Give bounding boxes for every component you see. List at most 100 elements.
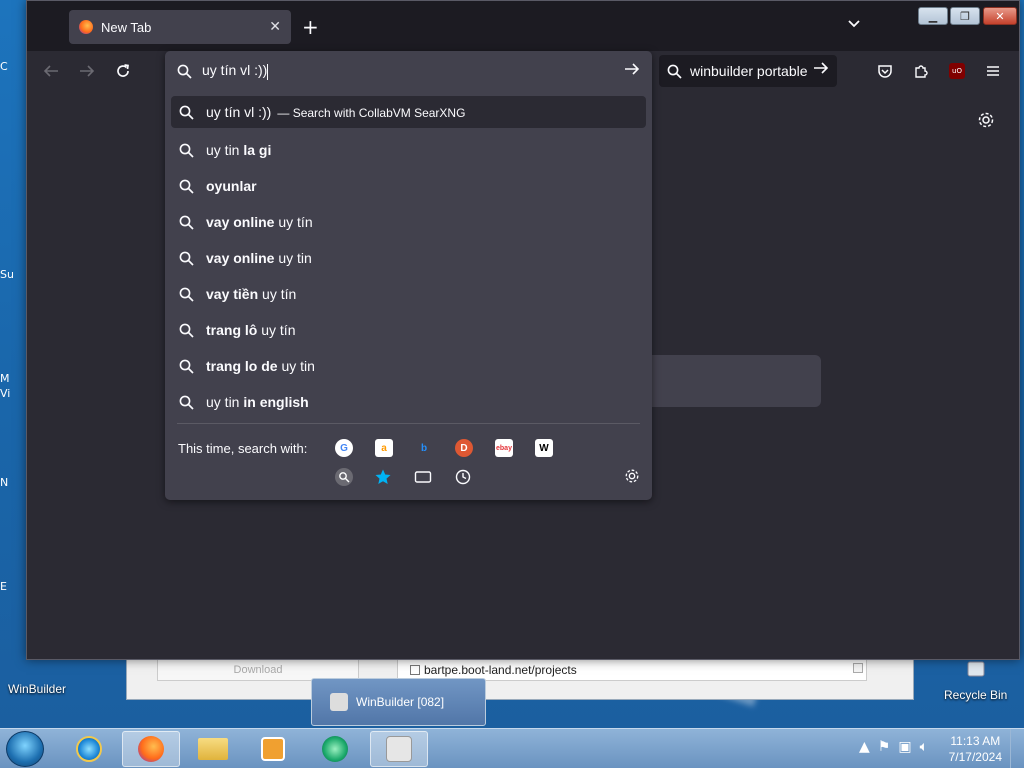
taskbar-explorer[interactable] xyxy=(184,731,242,767)
suggestion-item[interactable]: vay online uy tín xyxy=(171,204,646,240)
search-engine-ebay[interactable]: ebay xyxy=(495,439,513,457)
project-checkbox[interactable] xyxy=(410,665,420,675)
suggestion-item[interactable]: vay tiền uy tín xyxy=(171,276,646,312)
suggestion-bold: trang lô xyxy=(206,322,258,338)
suggestion-text: oyunlar xyxy=(206,178,257,194)
suggestion-suffix: uy tín xyxy=(258,286,297,302)
minimize-button[interactable]: ▁ xyxy=(918,7,948,25)
pocket-button[interactable] xyxy=(875,61,895,81)
menu-button[interactable] xyxy=(983,61,1003,81)
app-icon xyxy=(322,736,348,762)
desktop-edge-label[interactable]: Vi xyxy=(0,387,10,400)
bookmarks-search-button[interactable] xyxy=(374,468,392,486)
desktop-edge-label[interactable]: C xyxy=(0,60,8,73)
pocket-icon xyxy=(878,64,892,78)
reload-icon xyxy=(117,64,129,77)
suggestion-item[interactable]: uy tin la gi xyxy=(171,132,646,168)
dropdown-arrow-icon[interactable] xyxy=(853,663,863,673)
search-engine-bing[interactable]: b xyxy=(415,439,433,457)
desktop-edge-label[interactable]: M xyxy=(0,372,10,385)
taskbar-firefox[interactable] xyxy=(122,731,180,767)
title-bar: New Tab ✕ + ▁ ❐ ✕ xyxy=(27,1,1019,51)
flag-icon[interactable]: ⚑ xyxy=(878,739,891,755)
gear-icon xyxy=(978,112,994,128)
google-icon: G xyxy=(340,442,348,454)
system-tray: ▲ ⚑ ▣ 🔈︎ xyxy=(859,739,928,755)
search-engine-wikipedia[interactable]: W xyxy=(535,439,553,457)
desktop-icon-winbuilder[interactable]: WinBuilder xyxy=(8,660,66,696)
search-bar[interactable]: winbuilder portable xyxy=(659,55,837,87)
search-go-arrow-icon[interactable] xyxy=(813,61,829,75)
search-settings-button[interactable] xyxy=(624,468,640,488)
reload-button[interactable] xyxy=(113,61,133,81)
taskbar-media-player[interactable] xyxy=(244,731,302,767)
clock-time: 11:13 AM xyxy=(950,734,1001,748)
address-bar-dropdown: uy tín vl :)) uy tín vl :)) — Search with… xyxy=(165,51,652,500)
taskbar-winbuilder[interactable] xyxy=(370,731,428,767)
suggestion-bold: oyunlar xyxy=(206,178,257,194)
suggestion-item[interactable]: trang lo de uy tin xyxy=(171,348,646,384)
suggestion-item[interactable]: oyunlar xyxy=(171,168,646,204)
forward-button[interactable] xyxy=(77,61,97,81)
restore-icon: ❐ xyxy=(960,9,970,23)
extensions-button[interactable] xyxy=(911,61,931,81)
address-bar-input[interactable]: uy tín vl :)) xyxy=(165,51,652,91)
suggestion-item[interactable]: trang lô uy tín xyxy=(171,312,646,348)
tab-new-tab[interactable]: New Tab ✕ xyxy=(69,10,291,44)
close-icon: ✕ xyxy=(995,9,1005,23)
volume-icon[interactable]: 🔈︎ xyxy=(920,739,928,755)
chevron-up-icon[interactable]: ▲ xyxy=(859,739,870,755)
text-caret xyxy=(267,63,269,80)
search-engine-google[interactable]: G xyxy=(335,439,353,457)
suggestion-list: uy tín vl :)) — Search with CollabVM Sear… xyxy=(171,96,646,420)
back-button[interactable] xyxy=(41,61,61,81)
search-icon xyxy=(179,179,194,194)
firefox-window: New Tab ✕ + ▁ ❐ ✕ winbuilder portable uO… xyxy=(26,0,1020,660)
suggestion-item[interactable]: vay online uy tin xyxy=(171,240,646,276)
forward-arrow-icon xyxy=(80,65,95,77)
desktop-edge-label[interactable]: N xyxy=(0,476,8,489)
minimize-icon: ▁ xyxy=(928,9,938,23)
firefox-favicon-icon xyxy=(79,20,93,34)
history-search-button[interactable] xyxy=(454,468,472,486)
back-arrow-icon xyxy=(43,65,58,77)
customize-new-tab-button[interactable] xyxy=(977,111,995,133)
clock[interactable]: 11:13 AM 7/17/2024 xyxy=(949,733,1002,765)
chevron-down-icon xyxy=(848,20,860,28)
search-engine-duckduckgo[interactable]: D xyxy=(455,439,473,457)
go-arrow-icon[interactable] xyxy=(624,62,640,76)
close-window-button[interactable]: ✕ xyxy=(983,7,1017,25)
suggestion-text: trang lô uy tín xyxy=(206,322,295,338)
folder-icon xyxy=(198,738,228,760)
suggestion-text: vay tiền uy tín xyxy=(206,286,296,302)
search-icon xyxy=(667,64,682,79)
taskbar-internet-explorer[interactable] xyxy=(60,731,118,767)
suggestion-bold: trang lo de xyxy=(206,358,278,374)
network-icon[interactable]: ▣ xyxy=(898,739,911,755)
taskbar-app[interactable] xyxy=(306,731,364,767)
suggestion-text: uy tín vl :)) xyxy=(206,104,272,120)
list-all-tabs-button[interactable] xyxy=(847,17,861,33)
suggestion-prefix: uy tin xyxy=(206,394,244,410)
search-engine-searxng[interactable] xyxy=(335,468,353,486)
show-desktop-button[interactable] xyxy=(1010,729,1024,768)
close-tab-icon[interactable]: ✕ xyxy=(269,18,281,35)
desktop-edge-label[interactable]: Su xyxy=(0,268,14,281)
suggestion-search-with-engine[interactable]: uy tín vl :)) — Search with CollabVM Sear… xyxy=(171,96,646,128)
firefox-icon xyxy=(138,736,164,762)
gear-icon xyxy=(625,469,639,483)
start-button[interactable] xyxy=(6,731,44,767)
new-tab-button[interactable]: + xyxy=(302,15,319,39)
search-engine-amazon[interactable]: a xyxy=(375,439,393,457)
desktop-edge-label[interactable]: E xyxy=(0,580,7,593)
desktop-icon-recycle-bin[interactable]: Recycle Bin xyxy=(944,660,1007,702)
suggestion-item[interactable]: uy tin in english xyxy=(171,384,646,420)
maximize-button[interactable]: ❐ xyxy=(950,7,980,25)
internet-explorer-icon xyxy=(76,736,102,762)
tabs-search-button[interactable] xyxy=(414,468,432,486)
new-tab-search-box[interactable] xyxy=(627,355,821,407)
ublock-origin-button[interactable]: uO xyxy=(947,61,967,81)
suggestion-suffix: uy tín xyxy=(257,322,296,338)
search-icon xyxy=(177,64,192,79)
taskbar-thumbnail-winbuilder[interactable]: WinBuilder [082] xyxy=(311,678,486,726)
